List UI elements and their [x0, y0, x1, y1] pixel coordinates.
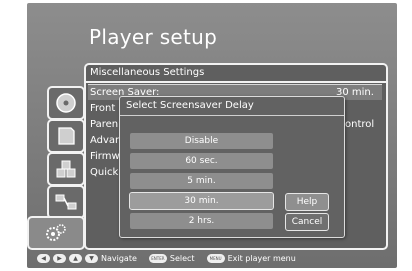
- parental-value: ontrol: [345, 119, 375, 130]
- cancel-button[interactable]: Cancel: [285, 213, 329, 231]
- exit-label: Exit player menu: [227, 253, 296, 263]
- screensaver-delay-dialog: Select Screensaver Delay Disable 60 sec.…: [119, 96, 345, 238]
- menu-item-firmware[interactable]: Firmw: [90, 151, 120, 162]
- panel-header: Miscellaneous Settings: [86, 65, 386, 83]
- left-arrow-key-icon: ◀: [37, 253, 50, 263]
- menu-key-icon: MENU: [206, 253, 225, 263]
- option-5-min[interactable]: 5 min.: [130, 173, 273, 189]
- network-icon: [55, 194, 77, 210]
- player-setup-screen: Player setup Miscellaneous Settings Scre…: [27, 3, 397, 268]
- sidebar-tab-cubes[interactable]: [47, 152, 85, 186]
- sidebar-tab-gears[interactable]: [27, 216, 85, 250]
- menu-item-advanced[interactable]: Advan: [90, 135, 121, 146]
- dialog-title: Select Screensaver Delay: [120, 97, 344, 116]
- disc-icon: [56, 93, 76, 113]
- help-button[interactable]: Help: [285, 193, 329, 211]
- select-label: Select: [169, 253, 195, 263]
- menu-item-quick[interactable]: Quick: [90, 167, 118, 178]
- option-30-min[interactable]: 30 min.: [129, 192, 274, 210]
- up-arrow-key-icon: ▲: [69, 253, 82, 263]
- sidebar-tab-disc[interactable]: [47, 86, 85, 120]
- cubes-icon: [56, 160, 76, 178]
- sidebar-tab-network[interactable]: [47, 185, 85, 219]
- menu-item-front[interactable]: Front: [90, 103, 115, 114]
- down-arrow-key-icon: ▼: [85, 253, 98, 263]
- navigate-label: Navigate: [101, 253, 137, 263]
- option-2-hrs[interactable]: 2 hrs.: [130, 213, 273, 229]
- right-arrow-key-icon: ▶: [53, 253, 66, 263]
- page-title: Player setup: [89, 25, 218, 49]
- menu-item-parental[interactable]: Paren: [90, 119, 118, 130]
- option-60-sec[interactable]: 60 sec.: [130, 153, 273, 169]
- footer-hints: ◀ ▶ ▲ ▼ Navigate ENTER Select MENU Exit …: [37, 251, 397, 265]
- card-icon: [58, 127, 75, 145]
- sidebar-tab-card[interactable]: [47, 119, 85, 153]
- gears-icon: [46, 224, 66, 241]
- enter-key-icon: ENTER: [148, 253, 167, 263]
- option-disable[interactable]: Disable: [130, 133, 273, 149]
